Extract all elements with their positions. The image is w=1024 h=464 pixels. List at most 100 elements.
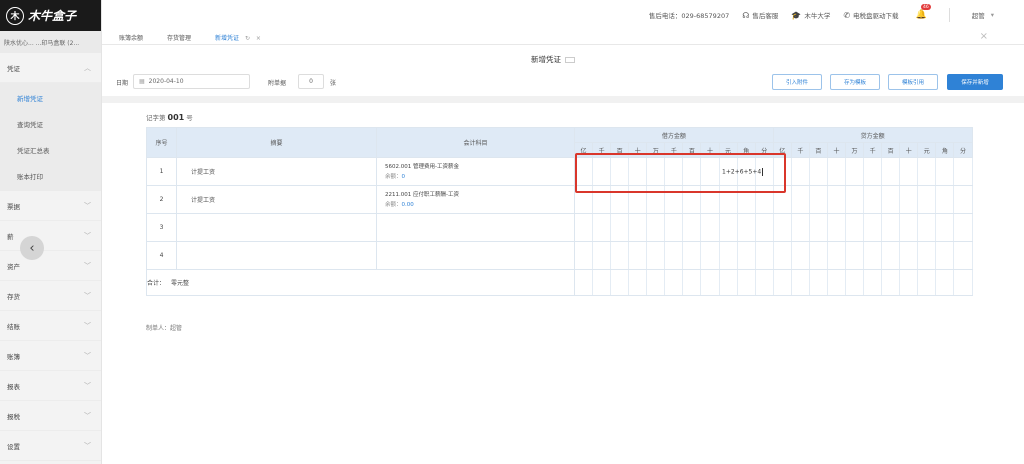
credit-amount-cell[interactable] <box>917 213 937 242</box>
subject-cell[interactable] <box>376 213 575 242</box>
company-selector[interactable]: 陕水优心... ...印马盒联 (2... <box>0 31 101 53</box>
debit-amount-cell[interactable] <box>700 213 720 242</box>
user-menu[interactable]: 超管 ▾ <box>972 10 994 20</box>
credit-amount-cell[interactable] <box>863 241 883 270</box>
debit-amount-cell[interactable] <box>718 213 738 242</box>
subject-cell[interactable]: 2211.001 应付职工薪酬-工资 余额：0.00 <box>376 185 575 214</box>
nav-group-invoice[interactable]: 票据 ﹀ <box>0 191 101 221</box>
debit-amount-cell[interactable] <box>718 241 738 270</box>
credit-amount-cell[interactable] <box>808 241 828 270</box>
debit-amount-cell[interactable] <box>736 241 756 270</box>
close-icon[interactable]: × <box>256 35 261 42</box>
debit-amount-cell[interactable] <box>573 241 594 270</box>
summary-cell[interactable]: 计提工资 <box>176 185 377 214</box>
subject-cell[interactable] <box>376 241 575 270</box>
debit-amount-cell[interactable] <box>682 241 702 270</box>
notification-bell[interactable]: 🔔 46 <box>916 4 932 20</box>
credit-amount-cell[interactable] <box>790 213 810 242</box>
debit-amount-cell[interactable] <box>754 213 774 242</box>
credit-amount-cell[interactable] <box>772 213 792 242</box>
nav-group-books[interactable]: 账簿 ﹀ <box>0 341 101 371</box>
debit-amount-cell[interactable] <box>664 241 684 270</box>
debit-amount-cell[interactable] <box>682 213 702 242</box>
credit-amount-cell[interactable] <box>826 213 847 242</box>
date-input[interactable]: ▦ 2020-04-10 <box>133 74 250 89</box>
credit-amount-cell[interactable] <box>808 213 828 242</box>
template-import-button[interactable]: 模板引用 <box>888 74 938 90</box>
credit-amount-cell[interactable] <box>899 213 919 242</box>
nav-item-query-voucher[interactable]: 查询凭证 <box>0 111 101 137</box>
credit-amount-cell[interactable] <box>790 157 810 186</box>
debit-amount-cell[interactable] <box>664 213 684 242</box>
credit-amount-cell[interactable] <box>899 157 919 186</box>
credit-amount-cell[interactable] <box>845 213 865 242</box>
debit-amount-cell[interactable] <box>700 241 720 270</box>
credit-amount-cell[interactable] <box>953 157 973 186</box>
credit-amount-cell[interactable] <box>899 185 919 214</box>
debit-amount-cell[interactable] <box>573 213 594 242</box>
import-attachment-button[interactable]: 引入附件 <box>772 74 822 90</box>
debit-amount-cell[interactable] <box>610 213 630 242</box>
debit-amount-cell[interactable] <box>754 241 774 270</box>
sidebar-collapse-button[interactable]: ‹ <box>20 236 44 260</box>
credit-amount-cell[interactable] <box>863 185 883 214</box>
credit-amount-cell[interactable] <box>790 185 810 214</box>
summary-cell[interactable]: 计提工资 <box>176 157 377 186</box>
nav-group-settings[interactable]: 设置 ﹀ <box>0 431 101 461</box>
credit-amount-cell[interactable] <box>935 213 955 242</box>
credit-amount-cell[interactable] <box>953 185 973 214</box>
credit-amount-cell[interactable] <box>826 157 847 186</box>
debit-amount-input[interactable]: 1+2+6+5+4 <box>722 168 764 176</box>
nav-group-inventory[interactable]: 存货 ﹀ <box>0 281 101 311</box>
nav-group-closing[interactable]: 结账 ﹀ <box>0 311 101 341</box>
debit-amount-cell[interactable] <box>592 241 612 270</box>
credit-amount-cell[interactable] <box>917 185 937 214</box>
driver-download-link[interactable]: ✆ 电税盘驱动下载 <box>843 10 898 21</box>
credit-amount-cell[interactable] <box>881 213 901 242</box>
credit-amount-cell[interactable] <box>935 157 955 186</box>
credit-amount-cell[interactable] <box>935 241 955 270</box>
credit-amount-cell[interactable] <box>881 157 901 186</box>
credit-amount-cell[interactable] <box>808 185 828 214</box>
debit-amount-cell[interactable] <box>610 241 630 270</box>
app-logo[interactable]: 木 木牛盒子 <box>0 0 101 31</box>
subject-cell[interactable]: 5602.001 管理费用-工资薪金 余额：0 <box>376 157 575 186</box>
credit-amount-cell[interactable] <box>790 241 810 270</box>
nav-item-voucher-summary[interactable]: 凭证汇总表 <box>0 137 101 163</box>
credit-amount-cell[interactable] <box>845 185 865 214</box>
keyboard-icon[interactable] <box>565 57 575 63</box>
debit-amount-cell[interactable] <box>592 213 612 242</box>
credit-amount-cell[interactable] <box>935 185 955 214</box>
tab-inventory[interactable]: 存货管理 <box>167 33 191 42</box>
credit-amount-cell[interactable] <box>881 241 901 270</box>
credit-amount-cell[interactable] <box>863 157 883 186</box>
save-as-template-button[interactable]: 存为模板 <box>830 74 880 90</box>
nav-group-assets[interactable]: 资产 ﹀ <box>0 251 101 281</box>
credit-amount-cell[interactable] <box>917 241 937 270</box>
credit-amount-cell[interactable] <box>899 241 919 270</box>
credit-amount-cell[interactable] <box>863 213 883 242</box>
tab-ledger-balance[interactable]: 账簿余额 <box>119 33 143 42</box>
debit-amount-cell[interactable] <box>646 213 666 242</box>
credit-amount-cell[interactable] <box>772 241 792 270</box>
debit-amount-cell[interactable] <box>646 241 666 270</box>
credit-amount-cell[interactable] <box>845 157 865 186</box>
credit-amount-cell[interactable] <box>826 185 847 214</box>
summary-cell[interactable] <box>176 213 377 242</box>
tab-new-voucher[interactable]: 新增凭证 ↻ × <box>215 33 261 42</box>
debit-amount-cell[interactable] <box>628 213 648 242</box>
after-sales-link[interactable]: ☊ 售后客服 <box>742 10 778 21</box>
credit-amount-cell[interactable] <box>826 241 847 270</box>
credit-amount-cell[interactable] <box>881 185 901 214</box>
credit-amount-cell[interactable] <box>845 241 865 270</box>
nav-group-salary[interactable]: 薪 ﹀ <box>0 221 101 251</box>
debit-amount-cell[interactable] <box>628 241 648 270</box>
debit-amount-cell[interactable] <box>736 213 756 242</box>
save-and-new-button[interactable]: 保存并新增 <box>947 74 1003 90</box>
credit-amount-cell[interactable] <box>917 157 937 186</box>
nav-group-reports[interactable]: 报表 ﹀ <box>0 371 101 401</box>
credit-amount-cell[interactable] <box>953 241 973 270</box>
college-link[interactable]: 🎓 木牛大学 <box>791 10 830 21</box>
nav-group-tax[interactable]: 报税 ﹀ <box>0 401 101 431</box>
nav-item-new-voucher[interactable]: 新增凭证 <box>0 85 101 111</box>
